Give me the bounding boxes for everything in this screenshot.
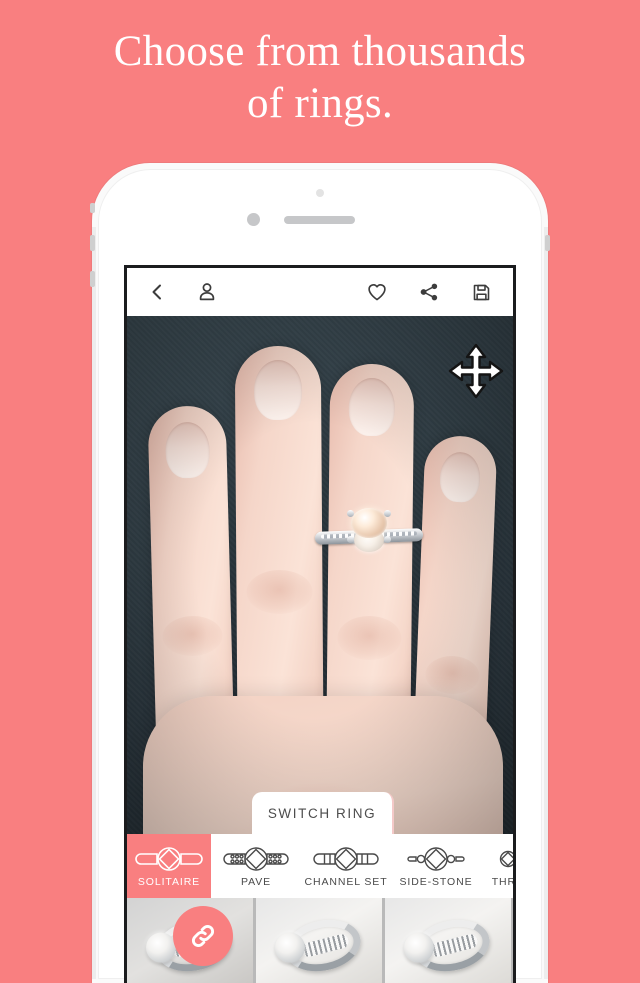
thumb-ring-stone (275, 932, 305, 963)
phone-mockup: SWITCH RING SOLITAIRE PAVE CHANNEL SET S… (90, 163, 550, 983)
ring-thumbnail-2[interactable] (256, 898, 382, 983)
thumb-ring-stone (404, 932, 434, 963)
phone-volume-down-button (90, 271, 95, 287)
front-camera-icon (316, 189, 324, 197)
phone-edge-right (544, 227, 548, 979)
headline-line-2: of rings. (246, 80, 394, 127)
ring-thumbnail-image (400, 913, 496, 978)
ring-prong (347, 510, 354, 517)
ring-pave-icon (220, 845, 292, 873)
profile-icon[interactable] (195, 280, 219, 304)
category-label: CHANNEL SET (304, 875, 388, 888)
ring-three-stone-icon (490, 845, 513, 873)
category-side-stone[interactable]: SIDE-STONE (391, 834, 481, 898)
ring-category-strip[interactable]: SOLITAIRE PAVE CHANNEL SET SIDE-STONE TH (127, 834, 513, 898)
share-icon[interactable] (417, 280, 441, 304)
ring-solitaire-icon (133, 845, 205, 873)
app-toolbar (127, 268, 513, 316)
ring-prong (384, 510, 391, 517)
phone-ring-switch (90, 203, 95, 213)
ring-side-stone-icon (400, 845, 472, 873)
phone-screen: SWITCH RING SOLITAIRE PAVE CHANNEL SET S… (124, 265, 516, 983)
phone-edge-left (92, 227, 96, 979)
category-three-stone[interactable]: THREE-STO (481, 834, 513, 898)
ring-prong (384, 536, 391, 543)
category-label: THREE-STO (491, 875, 513, 888)
category-solitaire[interactable]: SOLITAIRE (127, 834, 211, 898)
ring-thumbnail-image (271, 913, 367, 978)
back-icon[interactable] (145, 280, 169, 304)
headline-line-1: Choose from thousands (113, 28, 527, 75)
ring-center-stone (351, 508, 387, 538)
switch-ring-tab-label: SWITCH RING (267, 805, 377, 821)
phone-volume-up-button (90, 235, 95, 251)
favorite-heart-icon[interactable] (365, 280, 389, 304)
ring-head (345, 504, 393, 552)
switch-ring-tab[interactable]: SWITCH RING (252, 792, 394, 834)
ring-thumbnail-3[interactable] (385, 898, 511, 983)
page-headline: Choose from thousands of rings. (0, 26, 640, 130)
save-icon[interactable] (469, 280, 493, 304)
category-label: SIDE-STONE (399, 875, 473, 888)
phone-power-button (545, 235, 550, 251)
ring-thumbnail-row[interactable] (127, 898, 513, 983)
proximity-sensor-icon (247, 213, 260, 226)
tryon-photo-canvas[interactable]: SWITCH RING SOLITAIRE PAVE CHANNEL SET S… (127, 316, 513, 983)
thumb-ring-stone (146, 932, 176, 963)
link-badge[interactable] (173, 906, 233, 966)
category-label: PAVE (240, 875, 272, 888)
move-cursor-icon[interactable] (447, 342, 505, 400)
category-channel-set[interactable]: CHANNEL SET (301, 834, 391, 898)
ring-overlay-graphic[interactable] (314, 504, 424, 566)
earpiece-speaker (284, 216, 355, 224)
ring-thumbnail-1[interactable] (127, 898, 253, 983)
ring-channel-icon (310, 845, 382, 873)
category-label: SOLITAIRE (137, 875, 201, 888)
ring-prong (347, 536, 354, 543)
category-pave[interactable]: PAVE (211, 834, 301, 898)
